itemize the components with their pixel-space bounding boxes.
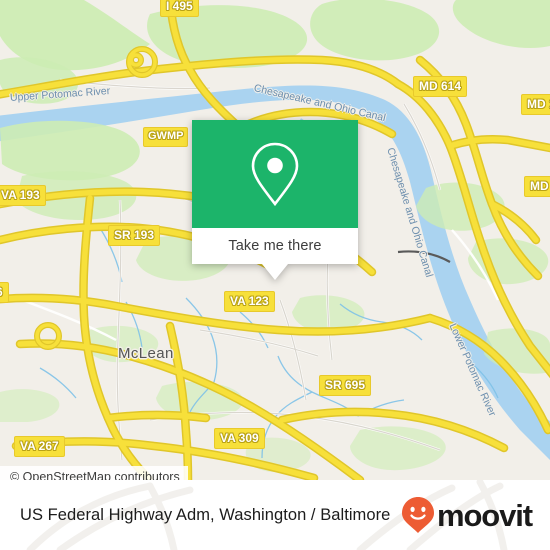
moovit-wordmark: moovit <box>436 497 533 533</box>
shield-gwmp[interactable]: GWMP <box>143 127 189 147</box>
shield-va-123[interactable]: VA 123 <box>224 291 275 312</box>
shield-sr-193[interactable]: SR 193 <box>108 225 161 246</box>
moovit-map-screenshot: McLean Upper Potomac River Chesapeake an… <box>0 0 550 550</box>
moovit-logo[interactable]: moovit <box>401 496 533 534</box>
footer-bar: US Federal Highway Adm, Washington / Bal… <box>0 480 550 550</box>
shield-md-lower[interactable]: MD <box>524 176 550 197</box>
map-pin-icon <box>251 142 299 207</box>
page-title: US Federal Highway Adm, Washington / Bal… <box>20 505 391 524</box>
map-canvas[interactable]: McLean Upper Potomac River Chesapeake an… <box>0 0 550 480</box>
take-me-there-button[interactable]: Take me there <box>192 228 358 264</box>
shield-i-495[interactable]: I 495 <box>160 0 199 17</box>
shield-va-193[interactable]: VA 193 <box>0 185 46 206</box>
shield-sr-695[interactable]: SR 695 <box>319 375 372 396</box>
popup-pointer-tail <box>262 264 288 280</box>
shield-md-1[interactable]: MD 1 <box>521 94 550 115</box>
shield-va-267[interactable]: VA 267 <box>14 436 65 457</box>
popup-image-panel <box>192 120 358 228</box>
location-popup-card[interactable]: Take me there <box>192 120 358 280</box>
moovit-smiley-pin-icon <box>401 497 434 533</box>
shield-va-309[interactable]: VA 309 <box>214 428 265 449</box>
shield-md-614[interactable]: MD 614 <box>413 76 468 97</box>
shield-left-edge-route[interactable]: 6 <box>0 282 9 303</box>
